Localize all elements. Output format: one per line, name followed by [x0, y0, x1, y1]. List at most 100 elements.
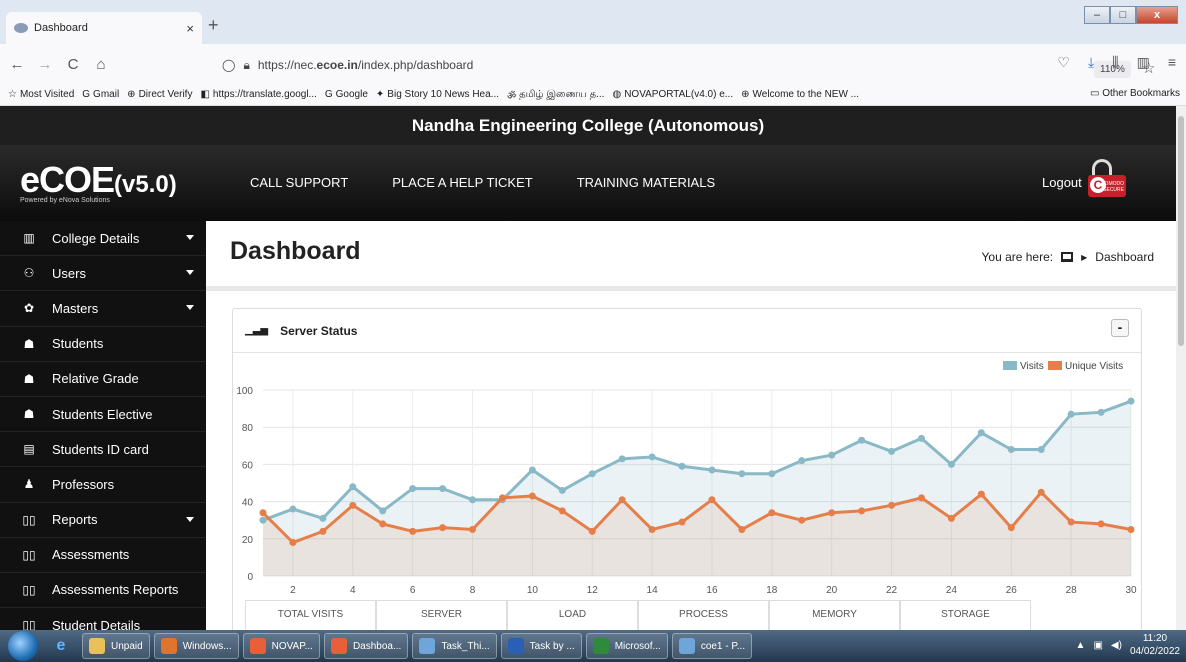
taskbar-item[interactable]: Microsof... [585, 633, 668, 659]
data-point [439, 524, 447, 532]
bookmark-item[interactable]: ⊕ Direct Verify [127, 89, 192, 100]
app-icon [507, 638, 524, 654]
sidebar-item-students-elective[interactable]: ☗ Students Elective [0, 397, 206, 433]
new-tab-button[interactable]: + [208, 15, 219, 36]
bookmark-item[interactable]: ⊕ Welcome to the NEW ... [741, 89, 859, 100]
url-prefix: https://nec. [257, 58, 317, 72]
volume-icon[interactable]: ◀) [1111, 640, 1122, 651]
sidebar-item-students-id-card[interactable]: ▤ Students ID card [0, 432, 206, 468]
sidebar-item-professors[interactable]: ♟ Professors [0, 467, 206, 503]
close-tab-icon[interactable]: × [186, 21, 194, 36]
data-point [498, 494, 506, 502]
sidebar-item-reports[interactable]: ▯▯ Reports [0, 503, 206, 538]
data-point [917, 434, 925, 442]
bookmark-label: NOVAPORTAL(v4.0) e... [624, 89, 734, 100]
data-point [947, 460, 955, 468]
lock-icon[interactable]: 🔒︎ [243, 58, 249, 73]
sidebar-item-relative-grade[interactable]: ☗ Relative Grade [0, 362, 206, 397]
x-tick-label: 6 [410, 585, 416, 596]
sidebar-icon: ♟ [23, 477, 35, 492]
close-window-button[interactable]: x [1136, 6, 1178, 24]
tray-arrow-icon[interactable]: ▲ [1076, 640, 1086, 651]
data-point [528, 466, 536, 474]
data-point [798, 516, 806, 524]
collapse-button[interactable]: - [1111, 319, 1129, 337]
data-point [528, 492, 536, 500]
minimize-button[interactable]: – [1084, 6, 1110, 24]
sidebar-item-college-details[interactable]: ▥ College Details [0, 221, 206, 257]
taskbar-item[interactable]: Task by ... [500, 633, 582, 659]
data-point [678, 518, 686, 526]
taskbar-item[interactable]: coe1 - P... [671, 633, 753, 659]
help-ticket-link[interactable]: PLACE A HELP TICKET [392, 175, 532, 190]
browser-tab[interactable]: Dashboard × [6, 12, 202, 44]
bookmark-item[interactable]: G Google [325, 89, 368, 100]
data-point [289, 539, 297, 547]
sidebar-item-students[interactable]: ☗ Students [0, 327, 206, 362]
data-point [917, 494, 925, 502]
back-arrow-icon[interactable]: ← [6, 56, 28, 73]
brand-logo[interactable]: eCOE(v5.0) Powered by eNova Solutions [20, 159, 177, 204]
reload-icon[interactable]: C [62, 56, 84, 73]
clock-time: 11:20 [1142, 633, 1168, 644]
breadcrumb-current[interactable]: Dashboard [1095, 250, 1154, 264]
pocket-icon[interactable]: ♡ [1057, 54, 1070, 71]
network-icon[interactable]: ▣ [1093, 640, 1102, 651]
sidebar-item-masters[interactable]: ✿ Masters [0, 291, 206, 327]
bookmark-item[interactable]: ◧ https://translate.googl... [200, 89, 316, 100]
app-icon [160, 638, 177, 654]
stat-tab[interactable]: PROCESS [638, 600, 769, 630]
url-bar[interactable]: ◯ 🔒︎ https://nec. ecoe.in/index.php/dashb… [222, 51, 1155, 79]
taskbar-item[interactable]: Dashboa... [323, 633, 409, 659]
data-point [289, 505, 297, 513]
taskbar-item[interactable]: NOVAP... [242, 633, 320, 659]
monitor-icon[interactable] [1061, 252, 1074, 262]
sidebar-toggle-icon[interactable]: ▥ [1137, 54, 1150, 71]
sidebar-item-student-details[interactable]: ▯▯ Student Details [0, 608, 206, 630]
bookmark-item[interactable]: G Gmail [82, 89, 119, 100]
data-point [828, 509, 836, 517]
other-bookmarks[interactable]: ▭ Other Bookmarks [1090, 88, 1180, 99]
clock[interactable]: 11:20 04/02/2022 [1130, 632, 1180, 658]
taskbar-item[interactable]: Task_Thi... [412, 633, 497, 659]
sidebar-item-assessments-reports[interactable]: ▯▯ Assessments Reports [0, 573, 206, 609]
taskbar-item[interactable]: Windows... [153, 633, 239, 659]
download-icon[interactable]: ⤓ [1088, 54, 1094, 71]
stat-tab[interactable]: TOTAL VISITS [245, 600, 376, 630]
other-bookmarks-label: Other Bookmarks [1102, 88, 1180, 99]
menu-icon[interactable]: ≡ [1168, 54, 1176, 71]
home-icon[interactable]: ⌂ [90, 56, 112, 73]
sidebar-item-users[interactable]: ⚇ Users [0, 256, 206, 292]
data-point [439, 485, 447, 493]
forward-arrow-icon[interactable]: → [34, 56, 56, 73]
data-point [768, 509, 776, 517]
call-support-link[interactable]: CALL SUPPORT [250, 175, 348, 190]
ie-icon[interactable]: e [44, 634, 78, 658]
sidebar-icon: ☗ [23, 371, 35, 386]
data-point [588, 470, 596, 478]
data-point [349, 501, 357, 509]
data-point [828, 451, 836, 459]
taskbar-item[interactable]: Unpaid [82, 633, 150, 659]
taskbar-item-label: Task by ... [529, 640, 575, 652]
stat-tab[interactable]: LOAD [507, 600, 638, 630]
stat-tab[interactable]: STORAGE [900, 600, 1031, 630]
bookmark-item[interactable]: ✦ Big Story 10 News Hea... [376, 89, 499, 100]
logout-link[interactable]: Logout [1042, 175, 1082, 190]
bookmark-item[interactable]: ☆ Most Visited [8, 89, 74, 100]
stat-tab[interactable]: MEMORY [769, 600, 900, 630]
start-button[interactable] [8, 631, 38, 661]
bookmark-item[interactable]: ◍ NOVAPORTAL(v4.0) e... [612, 89, 733, 100]
panel-header: ▁▃▅ Server Status - [233, 309, 1141, 353]
sidebar-item-assessments[interactable]: ▯▯ Assessments [0, 538, 206, 573]
maximize-button[interactable]: □ [1110, 6, 1136, 24]
bookmark-item[interactable]: ॐ தமிழ் இணைய த... [507, 88, 604, 102]
y-tick-label: 20 [242, 535, 254, 546]
library-icon[interactable]: ⫼ [1112, 54, 1118, 71]
shield-icon[interactable]: ◯ [222, 58, 235, 72]
scrollbar-thumb[interactable] [1178, 116, 1184, 346]
sidebar-item-label: College Details [52, 230, 140, 246]
stat-tab[interactable]: SERVER [376, 600, 507, 630]
training-materials-link[interactable]: TRAINING MATERIALS [577, 175, 715, 190]
page-scrollbar[interactable] [1176, 106, 1186, 630]
